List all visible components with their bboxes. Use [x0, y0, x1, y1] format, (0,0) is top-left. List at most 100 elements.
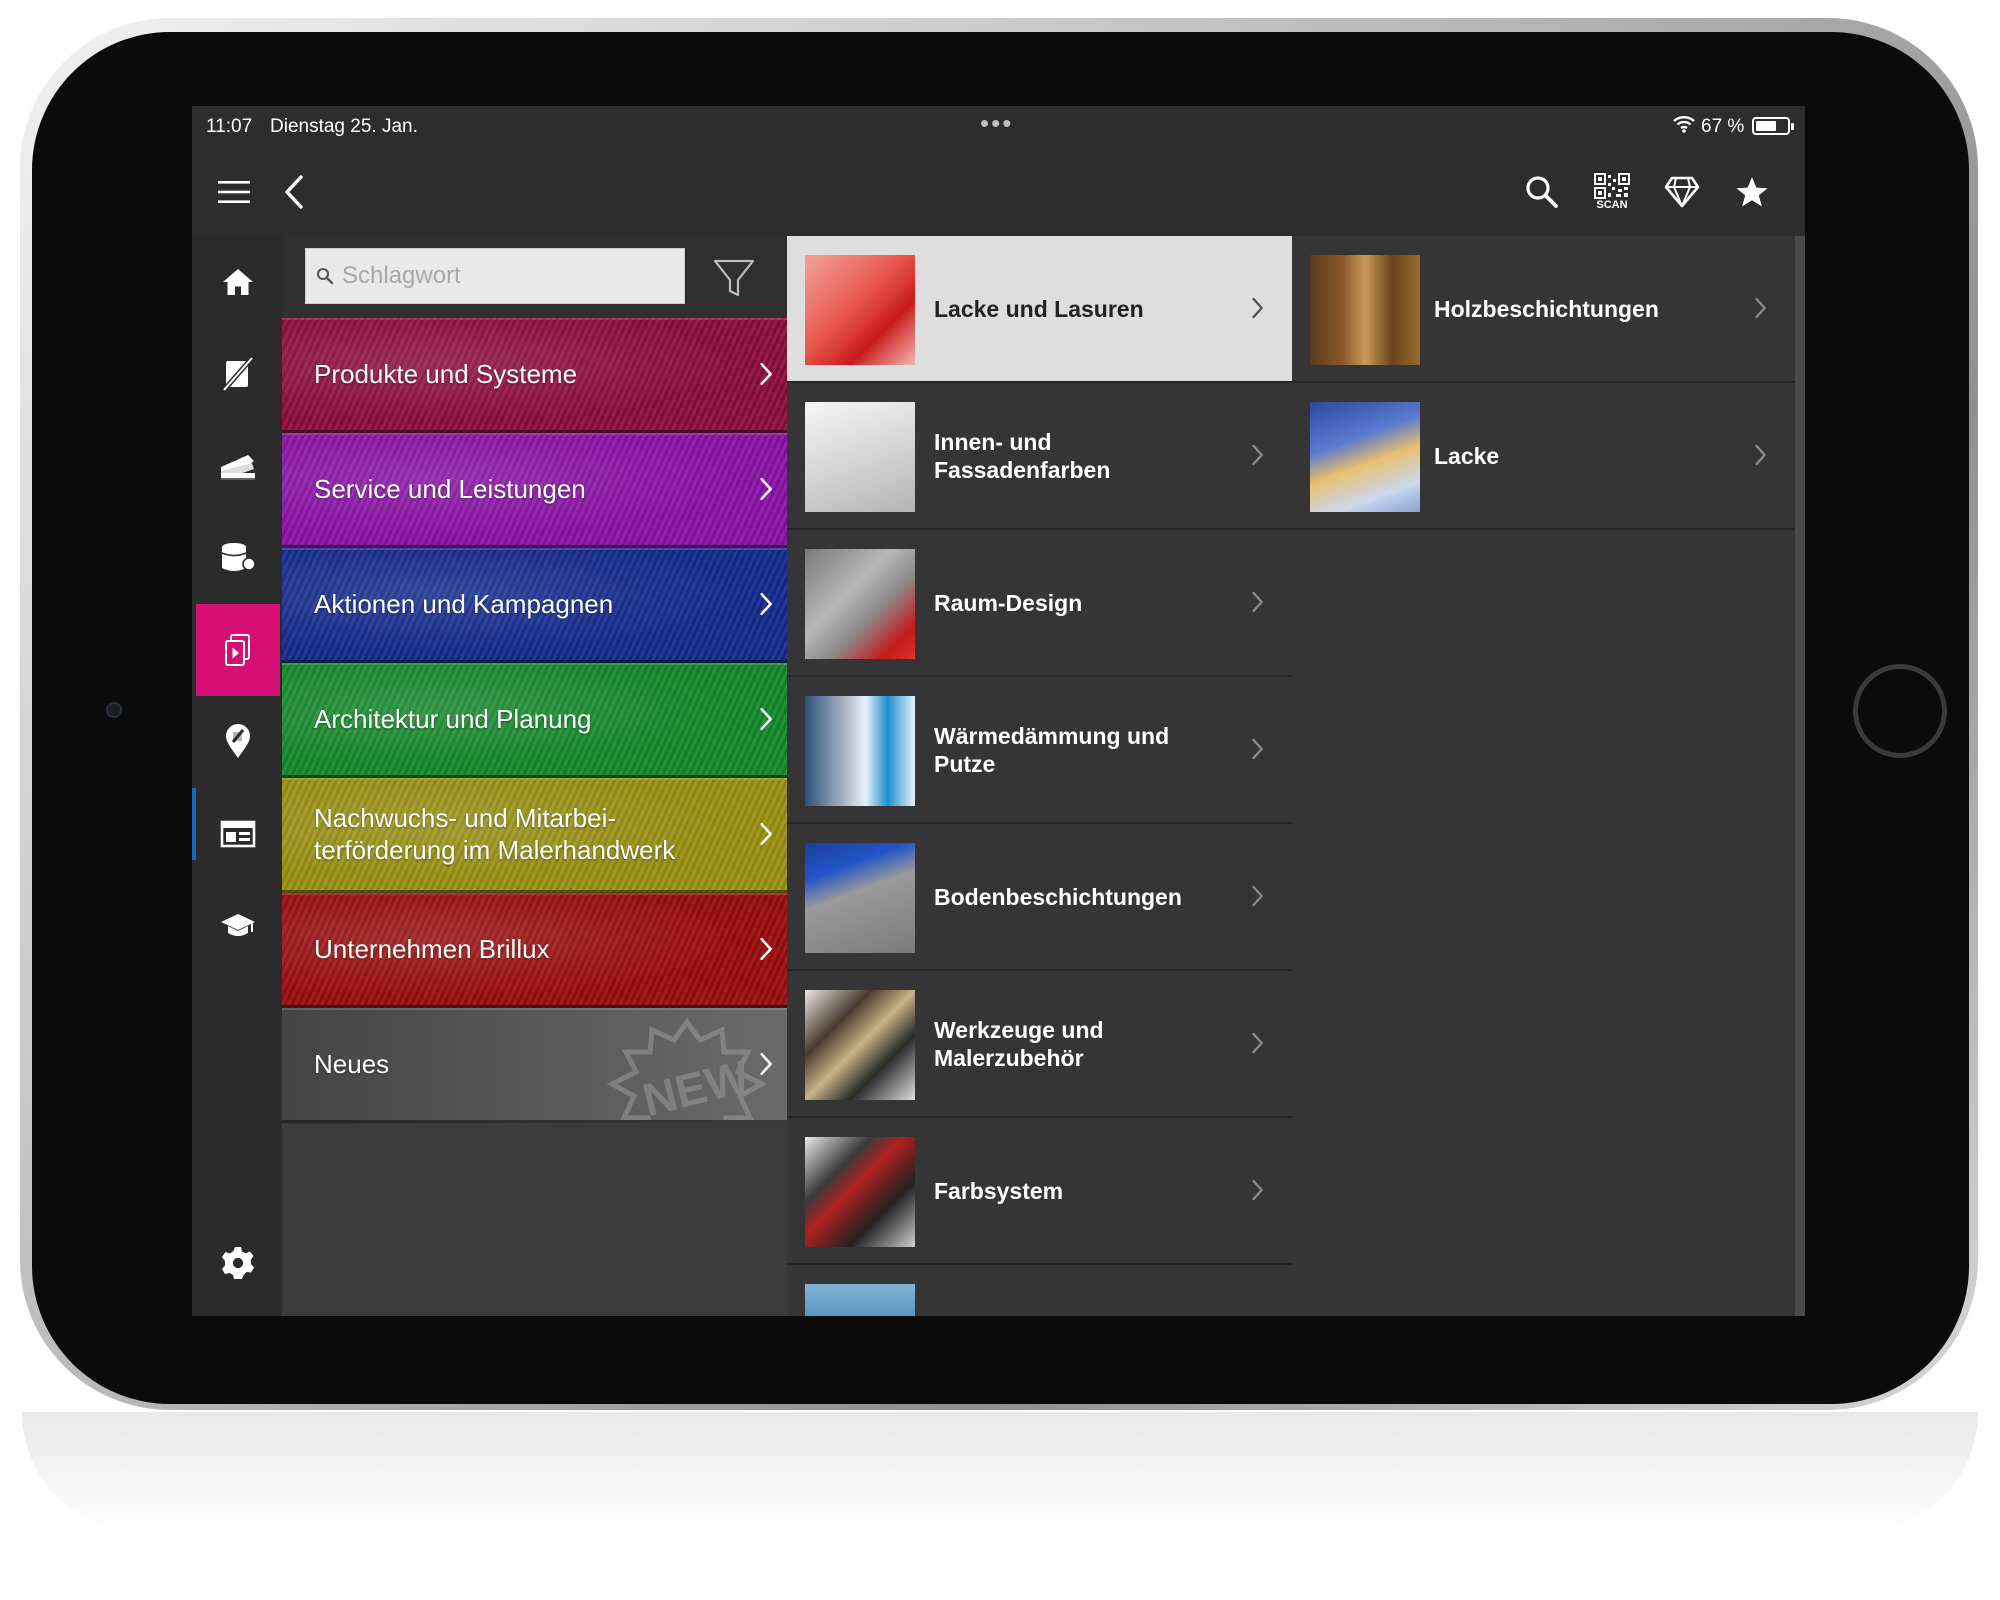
subcategory-label: Lacke und Lasuren [934, 295, 1144, 322]
diamond-icon[interactable] [1662, 172, 1702, 212]
category-label: Service und Leistungen [314, 474, 586, 505]
category-item[interactable]: NEW Neues [282, 1008, 787, 1123]
subcategory-label: Bodenbeschichtungen [934, 883, 1182, 910]
hamburger-menu-icon[interactable] [214, 172, 254, 212]
paint-bucket-icon [221, 543, 256, 571]
sidebar-item-paint[interactable] [196, 512, 280, 604]
category-item[interactable]: Unternehmen Brillux [282, 893, 787, 1008]
new-badge-icon: NEW [606, 1018, 768, 1123]
status-bar: 11:07 Dienstag 25. Jan. ••• 67 % [192, 106, 1805, 146]
sidebar-item-catalog[interactable] [196, 788, 280, 880]
sidebar-item-home[interactable] [196, 236, 280, 328]
subcategory-label: Raum-Design [934, 589, 1083, 616]
product-label: Lacke [1434, 443, 1500, 469]
subcategory-item-partial[interactable] [787, 1265, 1292, 1316]
category-item[interactable]: Architektur und Planung [282, 663, 787, 778]
filter-icon[interactable] [712, 256, 756, 300]
chevron-right-icon [1252, 738, 1263, 760]
status-time: 11:07 [206, 116, 253, 137]
multitasking-dots[interactable]: ••• [980, 108, 1013, 139]
subcategory-label: Wärmedämmung und Putze [934, 722, 1170, 777]
no-paint-icon [222, 356, 254, 392]
category-item[interactable]: Nachwuchs- und Mitarbei­terförderung im … [282, 778, 787, 893]
battery-percentage: 67 % [1701, 116, 1745, 137]
subcategory-column: Lacke und Lasuren Innen- und Fassadenfarb… [787, 236, 1292, 1316]
subcategory-thumbnail [805, 1137, 915, 1247]
sidebar-item-locations[interactable] [196, 696, 280, 788]
search-row [282, 236, 787, 318]
home-button[interactable] [1853, 664, 1947, 758]
subcategory-label: Innen- und Fassadenfarben [934, 428, 1111, 483]
graduation-cap-icon [221, 914, 255, 936]
device-reflection [22, 1412, 1978, 1532]
subcategory-item[interactable]: Werkzeuge und Malerzubehör [787, 971, 1292, 1118]
product-label: Holzbeschichtungen [1434, 296, 1659, 322]
chevron-right-icon [760, 592, 772, 616]
subcategory-thumbnail [805, 402, 915, 512]
subcategory-item[interactable]: Innen- und Fassadenfarben [787, 383, 1292, 530]
front-camera [106, 702, 122, 718]
category-item[interactable]: Service und Leistungen [282, 433, 787, 548]
search-input[interactable] [342, 262, 662, 290]
category-item[interactable]: Aktionen und Kampagnen [282, 548, 787, 663]
subcategory-item[interactable]: Raum-Design [787, 530, 1292, 677]
chevron-right-icon [1252, 297, 1263, 319]
gear-icon [222, 1247, 254, 1279]
screen-edge [1795, 236, 1805, 1316]
device-stage: 11:07 Dienstag 25. Jan. ••• 67 % SCAN Sc… [0, 0, 2000, 1600]
chevron-left-icon[interactable] [274, 172, 314, 212]
media-document-icon [225, 634, 250, 666]
subcategory-thumbnail [805, 990, 915, 1100]
home-icon [223, 269, 253, 295]
subcategory-thumbnail [805, 549, 915, 659]
chevron-right-icon [1252, 1032, 1263, 1054]
subcategory-thumbnail [805, 696, 915, 806]
subcategory-thumbnail [805, 843, 915, 953]
location-pin-icon [226, 724, 250, 758]
product-item[interactable]: Holzbeschichtungen [1292, 236, 1795, 383]
status-date: Dienstag 25. Jan. [270, 116, 418, 137]
top-toolbar: SCAN [192, 146, 1805, 236]
subcategory-thumbnail [805, 1284, 915, 1316]
product-column: Holzbeschichtungen Lacke [1292, 236, 1795, 1316]
search-field[interactable] [305, 248, 685, 304]
sidebar-item-products[interactable] [196, 328, 280, 420]
scan-label: SCAN [1596, 199, 1628, 211]
sidebar-item-academy[interactable] [196, 880, 280, 972]
sidebar-item-settings[interactable] [196, 1216, 280, 1308]
search-icon [317, 268, 334, 285]
chevron-right-icon [1755, 444, 1766, 466]
category-item[interactable]: Produkte und Systeme [282, 318, 787, 433]
search-icon[interactable] [1522, 172, 1562, 212]
qr-scan-button[interactable]: SCAN [1592, 172, 1632, 212]
category-label: Architektur und Planung [314, 704, 592, 735]
product-item[interactable]: Lacke [1292, 383, 1795, 530]
chevron-right-icon [1252, 1179, 1263, 1201]
star-icon[interactable] [1732, 172, 1772, 212]
sidebar-item-media[interactable] [196, 604, 280, 696]
chevron-right-icon [1252, 444, 1263, 466]
sidebar-item-colors[interactable] [196, 420, 280, 512]
subcategory-item[interactable]: Wärmedämmung und Putze [787, 677, 1292, 824]
battery-icon [1752, 117, 1794, 135]
wifi-icon [1672, 114, 1696, 140]
subcategory-item[interactable]: Lacke und Lasuren [787, 236, 1292, 383]
chevron-right-icon [760, 477, 772, 501]
chevron-right-icon [760, 822, 772, 846]
chevron-right-icon [760, 937, 772, 961]
chevron-right-icon [760, 707, 772, 731]
subcategory-item[interactable]: Farbsystem [787, 1118, 1292, 1265]
app-screen: 11:07 Dienstag 25. Jan. ••• 67 % SCAN Sc… [192, 106, 1805, 1316]
battery-level [1756, 121, 1777, 131]
subcategory-item[interactable]: Bodenbeschichtungen [787, 824, 1292, 971]
category-label: Aktionen und Kampagnen [314, 589, 614, 620]
new-badge-text: NEW [638, 1049, 755, 1123]
category-column: Produkte und Systeme Service und Leistung… [282, 236, 787, 1316]
catalog-layout-icon [220, 820, 256, 848]
category-label: Nachwuchs- und Mitarbei­terförderung im … [314, 803, 676, 865]
subcategory-label: Farbsystem [934, 1177, 1064, 1204]
category-label: Produkte und Systeme [314, 359, 578, 390]
chevron-right-icon [760, 362, 772, 386]
subcategory-label: Werkzeuge und Malerzubehör [934, 1016, 1104, 1071]
qr-code-icon [1594, 173, 1630, 199]
